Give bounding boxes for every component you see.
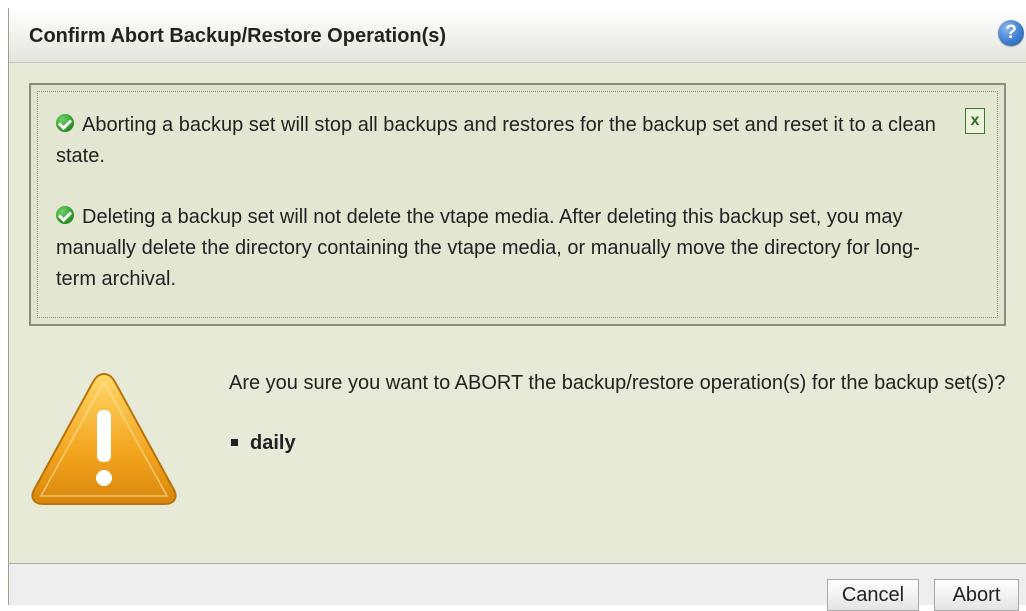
backup-set-name: daily — [250, 432, 296, 454]
dialog-title: Confirm Abort Backup/Restore Operation(s… — [29, 25, 447, 47]
info-message: Aborting a backup set will stop all back… — [56, 110, 936, 172]
warning-icon — [31, 372, 177, 505]
check-icon — [56, 206, 74, 224]
dialog-titlebar: Confirm Abort Backup/Restore Operation(s… — [9, 8, 1026, 63]
dialog-footer: Cancel Abort — [9, 563, 1026, 611]
info-message: Deleting a backup set will not delete th… — [56, 202, 936, 295]
close-messages-button[interactable]: x — [965, 108, 985, 134]
info-message-inner: x Aborting a backup set will stop all ba… — [37, 91, 998, 318]
info-message-box: x Aborting a backup set will stop all ba… — [29, 83, 1006, 326]
confirm-abort-dialog: Confirm Abort Backup/Restore Operation(s… — [8, 8, 1026, 611]
abort-button[interactable]: Abort — [934, 579, 1019, 611]
help-icon[interactable]: ? — [998, 20, 1024, 46]
confirm-question: Are you sure you want to ABORT the backu… — [229, 372, 1006, 394]
bullet — [231, 438, 238, 446]
backup-set-list-item: daily — [229, 432, 296, 455]
cancel-button[interactable]: Cancel — [827, 579, 919, 611]
info-message-text: Deleting a backup set will not delete th… — [56, 206, 920, 290]
check-icon — [56, 114, 74, 132]
info-message-text: Aborting a backup set will stop all back… — [56, 114, 936, 167]
